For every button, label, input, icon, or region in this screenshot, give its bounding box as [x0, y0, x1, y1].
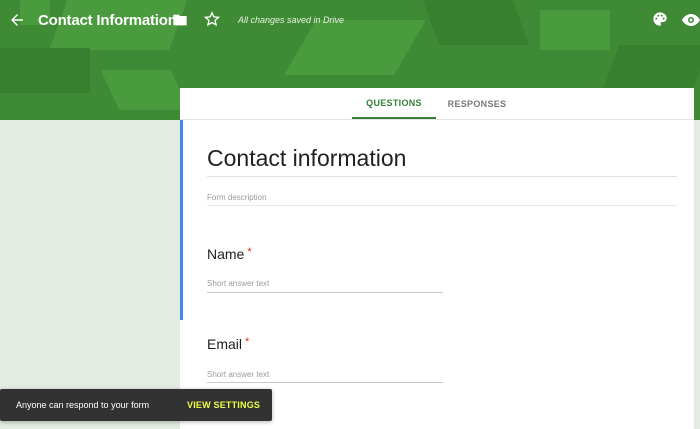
question-title-email[interactable]: Email * [207, 336, 249, 352]
banner-decoration [100, 70, 190, 110]
top-bar: Contact Information All changes saved in… [0, 0, 700, 42]
active-section-indicator [180, 120, 183, 320]
form-card: Contact information Form description Nam… [180, 120, 694, 429]
tab-bar: QUESTIONS RESPONSES [180, 88, 694, 120]
view-settings-button[interactable]: VIEW SETTINGS [187, 400, 260, 410]
save-status: All changes saved in Drive [238, 15, 345, 25]
description-underline [207, 205, 677, 206]
required-marker: * [245, 336, 250, 348]
star-icon[interactable] [203, 11, 221, 32]
form-description-field[interactable]: Form description [207, 193, 267, 202]
eye-icon[interactable] [682, 13, 700, 32]
banner-decoration [0, 48, 90, 93]
tab-responses[interactable]: RESPONSES [442, 88, 512, 119]
short-answer-placeholder: Short answer text [207, 370, 270, 379]
tab-questions[interactable]: QUESTIONS [352, 88, 436, 119]
palette-icon[interactable] [652, 11, 668, 32]
snackbar: Anyone can respond to your form VIEW SET… [0, 389, 272, 421]
form-title-field[interactable]: Contact information [207, 145, 406, 172]
short-answer-placeholder: Short answer text [207, 279, 270, 288]
title-underline [207, 176, 677, 177]
folder-icon[interactable] [172, 13, 188, 32]
snackbar-message: Anyone can respond to your form [16, 400, 150, 410]
back-arrow-icon[interactable] [8, 11, 26, 29]
answer-underline [207, 292, 443, 293]
form-name-title[interactable]: Contact Information [38, 12, 177, 29]
required-marker: * [247, 246, 252, 258]
question-label: Name [207, 246, 245, 262]
answer-underline [207, 382, 443, 383]
question-title-name[interactable]: Name * [207, 246, 252, 262]
question-label: Email [207, 336, 243, 352]
